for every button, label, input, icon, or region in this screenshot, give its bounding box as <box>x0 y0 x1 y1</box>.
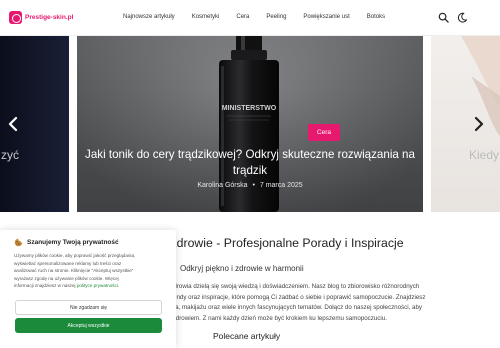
moon-icon[interactable] <box>457 12 468 23</box>
cookie-consent-panel: Szanujemy Twoją prywatność Używamy plikó… <box>0 230 176 348</box>
hero-article-meta: Karolina Górska • 7 marca 2025 <box>84 182 416 189</box>
intro-line: urodą a zdrowiem. Z nami każdy dzień moż… <box>150 314 387 322</box>
nav-item-peeling[interactable]: Peeling <box>266 14 286 20</box>
slide-previous-title: zyć <box>1 148 19 162</box>
cookie-text-line-last: informacji znajdziesz w naszej polityce … <box>14 282 169 290</box>
chevron-left-icon[interactable] <box>6 115 20 133</box>
cookie-description: Używamy plików cookie, aby poprawić jako… <box>14 252 169 290</box>
category-badge[interactable]: Cera <box>308 124 340 141</box>
cookie-text-line: analizować ruch na stronie. Kliknięcie "… <box>14 268 134 274</box>
cookie-title: Szanujemy Twoją prywatność <box>27 239 119 246</box>
featured-articles-heading: Polecane artykuły <box>213 331 281 341</box>
hero-slider: zyć MINISTERSTWO Cera Kiedy Jaki tonik d… <box>0 36 500 212</box>
nav-item-lip-augmentation[interactable]: Powiększanie ust <box>303 14 349 20</box>
search-icon[interactable] <box>438 12 449 23</box>
accept-all-cookies-button[interactable]: Akceptuj wszystkie <box>15 318 162 333</box>
nav-item-latest[interactable]: Najnowsze artykuły <box>123 14 175 20</box>
cookie-header: Szanujemy Twoją prywatność <box>14 238 119 247</box>
meta-separator: • <box>252 182 255 189</box>
cookie-text-suffix: . <box>117 283 120 289</box>
site-header: Prestige-skin.pl Najnowsze artykuły Kosm… <box>0 0 500 36</box>
cookie-text-line: wyświetlać spersonalizowane reklamy lub … <box>14 260 122 266</box>
site-logo[interactable]: Prestige-skin.pl <box>9 11 73 24</box>
nav-item-botox[interactable]: Botoks <box>367 14 385 20</box>
reject-cookies-button[interactable]: Nie zgadzam się <box>15 300 162 315</box>
intro-line: stylu życia, makijażu oraz wiele innych … <box>150 304 423 312</box>
chevron-right-icon[interactable] <box>472 115 486 133</box>
slide-next-image <box>461 36 500 136</box>
page-subtitle: Odkryj piękno i zdrowie w harmonii <box>180 264 304 273</box>
intro-paragraph: urody i zdrowia dzielą się swoją wiedzą … <box>150 282 495 324</box>
article-date: 7 marca 2025 <box>259 182 303 189</box>
cookie-icon <box>14 238 23 247</box>
hero-article-title[interactable]: Jaki tonik do cery trądzikowej? Odkryj s… <box>84 147 416 179</box>
cookie-text-line: Używamy plików cookie, aby poprawić jako… <box>14 253 136 258</box>
logo-text: Prestige-skin.pl <box>25 14 74 21</box>
article-author[interactable]: Karolina Górska <box>197 182 247 189</box>
privacy-policy-link[interactable]: polityce prywatności <box>77 283 118 288</box>
intro-line: urody i zdrowia dzielą się swoją wiedzą … <box>150 283 420 290</box>
slide-next-title: Kiedy <box>469 148 500 162</box>
intro-line: owsze trendy oraz inspiracje, które pomo… <box>150 293 426 301</box>
main-nav: Najnowsze artykuły Kosmetyki Cera Peelin… <box>123 14 402 20</box>
bottle-label: MINISTERSTWO <box>222 105 277 112</box>
nav-item-skin[interactable]: Cera <box>236 14 249 20</box>
logo-icon <box>9 11 22 24</box>
slide-next[interactable]: Kiedy <box>431 36 500 212</box>
cookie-text-line: wyrażasz zgodę na używanie plików cookie… <box>14 275 119 281</box>
nav-item-cosmetics[interactable]: Kosmetyki <box>192 14 220 20</box>
page-title: la i Zdrowie - Profesjonalne Porady i In… <box>150 236 404 250</box>
cookie-text-prefix: informacji znajdziesz w naszej <box>14 283 77 289</box>
